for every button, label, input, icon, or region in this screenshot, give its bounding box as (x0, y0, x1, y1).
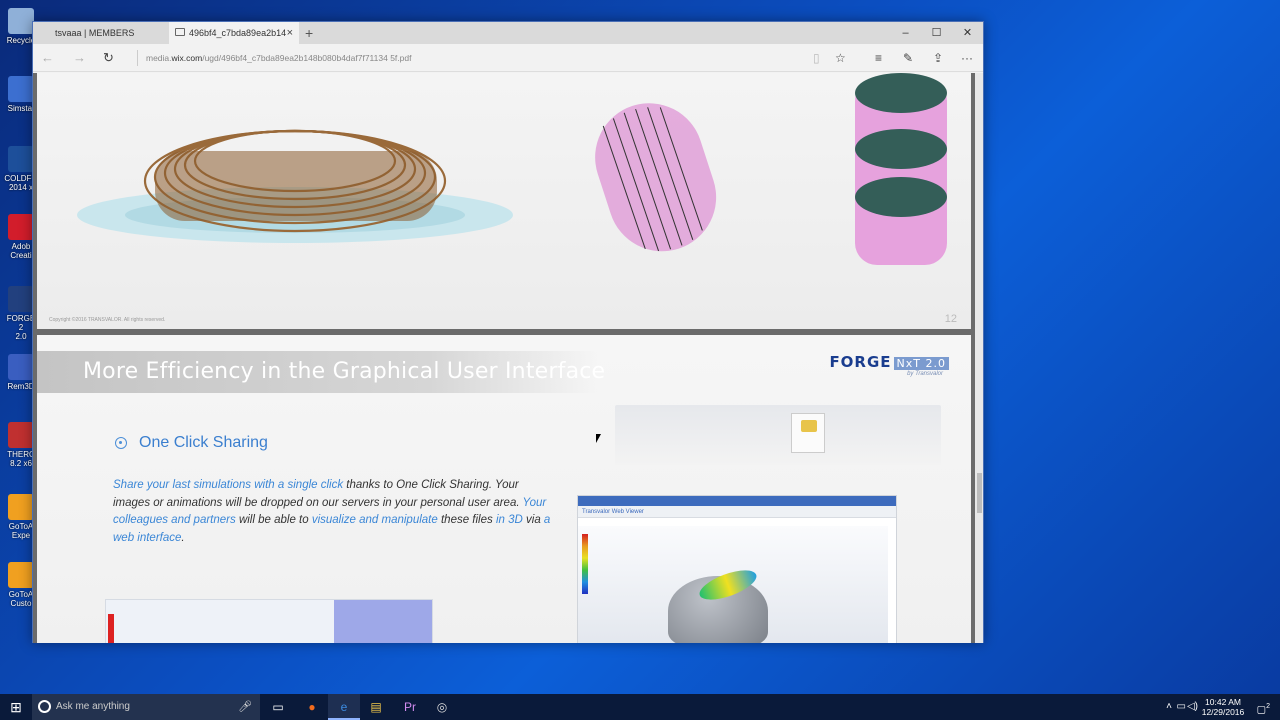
tab-bar: tsvaaa | MEMBERS 496bf4_c7bda89ea2b14 × … (33, 22, 983, 44)
close-window-button[interactable]: ✕ (952, 22, 983, 44)
color-legend (108, 614, 114, 643)
window-controls: – ☐ ✕ (890, 22, 983, 44)
web-viewer-canvas (578, 526, 888, 643)
refresh-button[interactable]: ↻ (103, 44, 114, 72)
more-icon[interactable]: ··· (961, 44, 973, 72)
taskbar: ⊞ Ask me anything 🎤︎ ▭ ● e ▤ Pr ◎ ˄ ▭ ◁) 10:4… (0, 694, 1280, 720)
url-field[interactable]: media.wix.com/ugd/496bf4_c7bda89ea2b148b… (137, 50, 797, 66)
forward-button[interactable]: → (73, 44, 86, 72)
adobe-creative-icon (8, 214, 34, 240)
slide-12: Copyright ©2016 TRANSVALOR. All rights r… (37, 73, 971, 329)
file-explorer-icon[interactable]: ▤ (360, 694, 392, 720)
body-text: . (181, 531, 185, 544)
slide-13: More Efficiency in the Graphical User In… (37, 335, 971, 643)
task-view-icon[interactable]: ▭ (262, 694, 294, 720)
favorite-star-icon[interactable]: ☆ (835, 44, 846, 72)
mouse-cursor-icon (596, 434, 601, 443)
tilted-cylinder-shape (595, 103, 717, 252)
forge-icon (8, 286, 34, 312)
tab-pdf[interactable]: 496bf4_c7bda89ea2b14 × (169, 22, 299, 44)
slide-12-illustrations (77, 73, 947, 265)
premiere-icon[interactable]: Pr (394, 694, 426, 720)
notification-icon[interactable]: ▢2 (1257, 694, 1270, 720)
logo-tagline: by Transvalor (907, 371, 943, 377)
highlight-text: visualize and manipulate (311, 514, 438, 526)
vertical-cylinder-shape (855, 73, 947, 265)
software-ribbon-screenshot (615, 405, 941, 465)
clock-date: 12/29/2016 (1201, 707, 1245, 717)
body-text: will be able to (235, 514, 312, 526)
clock-time: 10:42 AM (1205, 697, 1241, 707)
page-number: 12 (944, 313, 957, 325)
tab-label: tsvaaa | MEMBERS (55, 28, 135, 38)
highlight-text: in 3D (495, 514, 523, 526)
rem3d-icon (8, 354, 34, 380)
app-icon[interactable]: ◎ (426, 694, 458, 720)
network-icon[interactable]: ▭ (1177, 694, 1186, 720)
bullet-circle-icon (115, 437, 127, 449)
pdf-viewport[interactable]: Copyright ©2016 TRANSVALOR. All rights r… (33, 73, 983, 643)
edge-icon[interactable]: e (328, 694, 360, 720)
notification-badge: 2 (1266, 703, 1270, 710)
web-viewer-header (578, 496, 896, 506)
highlight-text: Share your last simulations with a singl… (113, 479, 344, 491)
slide-title: More Efficiency in the Graphical User In… (83, 359, 606, 384)
bullet-title: One Click Sharing (139, 434, 268, 451)
results-screenshot (105, 599, 433, 643)
clock[interactable]: 10:42 AM 12/29/2016 (1198, 697, 1248, 717)
results-panel (334, 600, 432, 643)
firefox-icon[interactable]: ● (296, 694, 328, 720)
chevron-up-icon[interactable]: ˄ (1166, 694, 1172, 720)
web-viewer-screenshot: Transvalor Web Viewer (577, 495, 897, 643)
volume-icon[interactable]: ◁) (1187, 694, 1198, 720)
back-button[interactable]: ← (41, 44, 54, 72)
simstat-icon (8, 76, 34, 102)
vertical-scrollbar[interactable] (975, 73, 983, 643)
minimize-button[interactable]: – (890, 22, 921, 44)
cortana-search[interactable]: Ask me anything 🎤︎ (32, 694, 260, 720)
forge-logo: FORGE NxT 2.0 (829, 353, 949, 371)
tab-members[interactable]: tsvaaa | MEMBERS (33, 22, 169, 44)
url-domain: wix.com (171, 53, 203, 63)
gotoassist-expert-icon (8, 494, 34, 520)
logo-brand: FORGE (829, 353, 892, 371)
url-domain-prefix: media. (146, 53, 172, 63)
page-icon (175, 28, 185, 36)
logo-version: NxT 2.0 (893, 357, 949, 370)
url-path: /ugd/496bf4_c7bda89ea2b148b080b4daf7f711… (202, 53, 412, 63)
new-tab-button[interactable]: + (305, 22, 313, 44)
microphone-icon[interactable]: 🎤︎ (238, 694, 252, 720)
close-tab-icon[interactable]: × (287, 22, 293, 44)
body-text: these files (437, 514, 496, 526)
tab-label: 496bf4_c7bda89ea2b14 (189, 28, 287, 38)
start-button[interactable]: ⊞ (0, 699, 32, 716)
reading-view-icon[interactable]: ▯ (813, 44, 820, 72)
hub-icon[interactable]: ≡ (875, 44, 882, 72)
copyright-text: Copyright ©2016 TRANSVALOR. All rights r… (49, 317, 166, 323)
body-paragraph: Share your last simulations with a singl… (113, 477, 553, 547)
web-note-icon[interactable]: ✎ (903, 44, 913, 72)
address-bar: ← → ↻ media.wix.com/ugd/496bf4_c7bda89ea… (33, 44, 983, 72)
gotoassist-customer-icon (8, 562, 34, 588)
web-viewer-toolbar: Transvalor Web Viewer (578, 506, 896, 518)
color-legend (582, 534, 588, 594)
thercast-icon (8, 422, 34, 448)
search-placeholder: Ask me anything (56, 701, 130, 712)
coldform-icon (8, 146, 34, 172)
body-text: via (522, 514, 544, 526)
body-text: thanks to One Click Sharing. (343, 479, 493, 491)
maximize-button[interactable]: ☐ (921, 22, 952, 44)
share-icon[interactable]: ⇪ (933, 44, 943, 72)
recycle-bin-icon (8, 8, 34, 34)
share-folder-icon (791, 413, 825, 453)
coil-body-shape (155, 151, 437, 221)
scrollbar-thumb[interactable] (977, 473, 982, 513)
cortana-icon (38, 700, 51, 713)
browser-window: tsvaaa | MEMBERS 496bf4_c7bda89ea2b14 × … (32, 21, 984, 643)
